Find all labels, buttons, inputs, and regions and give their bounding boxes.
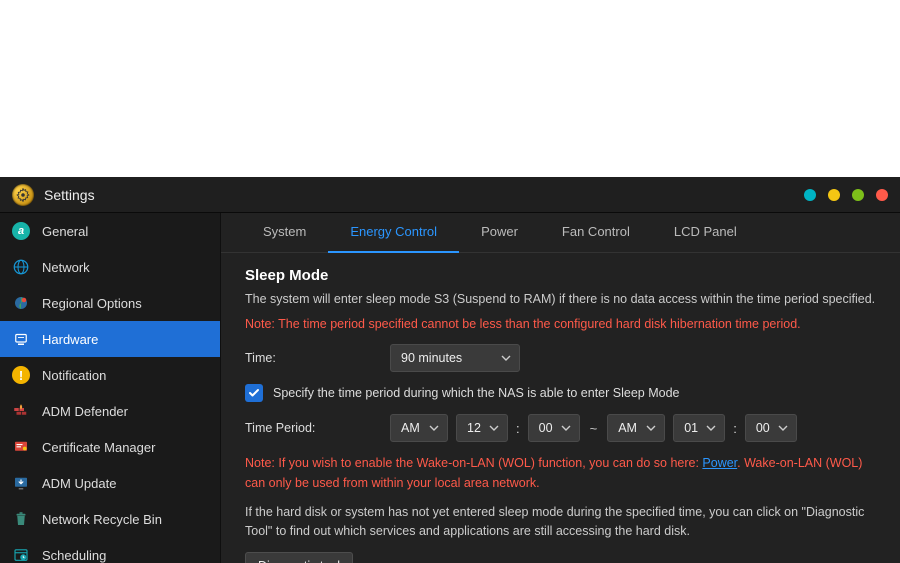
energy-control-pane: Sleep Mode The system will enter sleep m… xyxy=(221,253,900,563)
sidebar-item-label: Certificate Manager xyxy=(42,440,155,455)
specify-period-label: Specify the time period during which the… xyxy=(273,386,679,400)
sidebar: a General Network Regional Options Hardware!… xyxy=(0,213,221,563)
sidebar-item-label: Regional Options xyxy=(42,296,142,311)
sidebar-item-notification[interactable]: ! Notification xyxy=(0,357,220,393)
sleep-description: The system will enter sleep mode S3 (Sus… xyxy=(245,290,876,309)
section-title-sleep: Sleep Mode xyxy=(245,267,876,284)
dot-teal[interactable] xyxy=(804,189,816,201)
sidebar-item-label: Notification xyxy=(42,368,106,383)
period-hour-1-select[interactable]: 12 xyxy=(456,414,508,442)
update-icon xyxy=(12,474,30,492)
colon-separator: : xyxy=(733,421,737,436)
diagnostic-description: If the hard disk or system has not yet e… xyxy=(245,503,876,541)
region-icon xyxy=(12,294,30,312)
dot-red[interactable] xyxy=(876,189,888,201)
tab-bar: SystemEnergy ControlPowerFan ControlLCD … xyxy=(221,213,900,253)
sidebar-item-regional-options[interactable]: Regional Options xyxy=(0,285,220,321)
sidebar-item-label: ADM Defender xyxy=(42,404,128,419)
tab-fan-control[interactable]: Fan Control xyxy=(540,213,652,253)
tab-power[interactable]: Power xyxy=(459,213,540,253)
time-period-label: Time Period: xyxy=(245,421,382,435)
chevron-down-icon xyxy=(646,425,656,431)
sidebar-item-label: ADM Update xyxy=(42,476,116,491)
chevron-down-icon xyxy=(501,355,511,361)
chevron-down-icon xyxy=(778,425,788,431)
firewall-icon xyxy=(12,402,30,420)
sidebar-item-network-recycle-bin[interactable]: Network Recycle Bin xyxy=(0,501,220,537)
globe-icon xyxy=(12,258,30,276)
chevron-down-icon xyxy=(489,425,499,431)
tilde-separator: ~ xyxy=(588,421,600,436)
sidebar-item-label: Network xyxy=(42,260,90,275)
sleep-note-1: Note: The time period specified cannot b… xyxy=(245,315,876,334)
time-row: Time: 90 minutes xyxy=(245,344,876,372)
power-link[interactable]: Power xyxy=(702,456,737,470)
schedule-icon xyxy=(12,546,30,563)
cert-icon xyxy=(12,438,30,456)
period-min-2-select[interactable]: 00 xyxy=(745,414,797,442)
dot-green[interactable] xyxy=(852,189,864,201)
time-label: Time: xyxy=(245,351,390,365)
sidebar-item-label: Network Recycle Bin xyxy=(42,512,162,527)
recycle-icon xyxy=(12,510,30,528)
window-controls xyxy=(804,189,888,201)
settings-icon xyxy=(12,184,34,206)
chevron-down-icon xyxy=(429,425,439,431)
window-title: Settings xyxy=(44,187,95,203)
period-ampm-2-select[interactable]: AM xyxy=(607,414,665,442)
dot-yellow[interactable] xyxy=(828,189,840,201)
sidebar-item-label: Hardware xyxy=(42,332,98,347)
colon-separator: : xyxy=(516,421,520,436)
sidebar-item-general[interactable]: a General xyxy=(0,213,220,249)
sidebar-item-label: General xyxy=(42,224,88,239)
sidebar-item-adm-update[interactable]: ADM Update xyxy=(0,465,220,501)
period-hour-2-select[interactable]: 01 xyxy=(673,414,725,442)
sidebar-item-hardware[interactable]: Hardware xyxy=(0,321,220,357)
a-icon: a xyxy=(12,222,30,240)
content-area: SystemEnergy ControlPowerFan ControlLCD … xyxy=(221,213,900,563)
sidebar-item-network[interactable]: Network xyxy=(0,249,220,285)
diagnostic-tool-button[interactable]: Diagnostic tool xyxy=(245,552,353,563)
tab-energy-control[interactable]: Energy Control xyxy=(328,213,459,253)
specify-period-checkbox[interactable] xyxy=(245,384,263,402)
hardware-icon xyxy=(12,330,30,348)
settings-window: Settings a General Network Regional Options… xyxy=(0,177,900,563)
time-period-row: Time Period: AM 12 : 00 ~ AM 01 : 00 xyxy=(245,414,876,442)
alert-icon: ! xyxy=(12,366,30,384)
sleep-note-2: Note: If you wish to enable the Wake-on-… xyxy=(245,454,876,493)
sidebar-item-label: Scheduling xyxy=(42,548,106,563)
chevron-down-icon xyxy=(706,425,716,431)
tab-lcd-panel[interactable]: LCD Panel xyxy=(652,213,759,253)
time-select-value: 90 minutes xyxy=(401,351,462,365)
sidebar-item-certificate-manager[interactable]: Certificate Manager xyxy=(0,429,220,465)
period-ampm-1-select[interactable]: AM xyxy=(390,414,448,442)
period-min-1-select[interactable]: 00 xyxy=(528,414,580,442)
titlebar: Settings xyxy=(0,177,900,213)
sidebar-item-scheduling[interactable]: Scheduling xyxy=(0,537,220,563)
tab-system[interactable]: System xyxy=(241,213,328,253)
chevron-down-icon xyxy=(561,425,571,431)
sidebar-item-adm-defender[interactable]: ADM Defender xyxy=(0,393,220,429)
specify-period-row: Specify the time period during which the… xyxy=(245,384,876,402)
time-select[interactable]: 90 minutes xyxy=(390,344,520,372)
